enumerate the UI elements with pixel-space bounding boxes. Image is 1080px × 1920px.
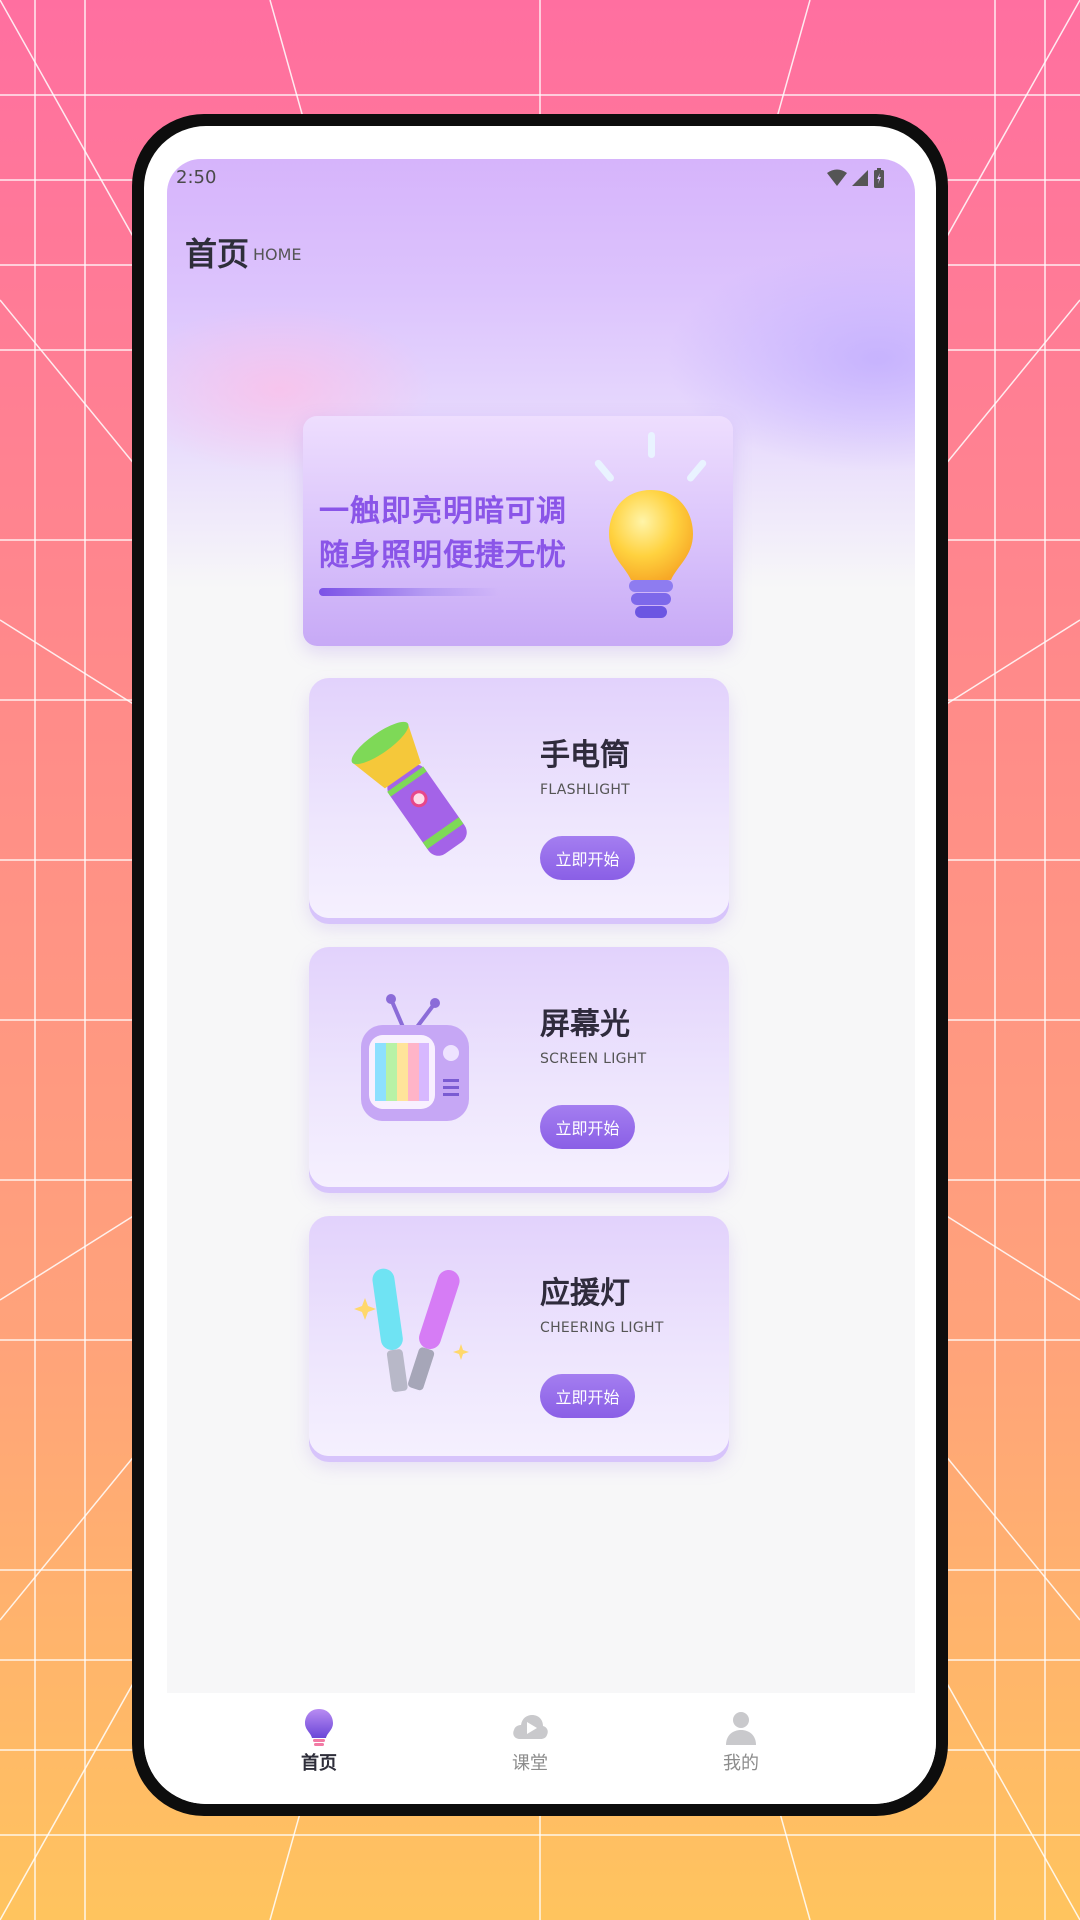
card-subtitle: FLASHLIGHT	[540, 782, 631, 798]
nav-label: 课堂	[512, 1753, 548, 1774]
app-screen: 2:50 首页 HOME 一触即亮明暗可调 随身照明便捷无忧 手电筒 FLASH…	[167, 159, 915, 1693]
nav-label: 首页	[301, 1753, 337, 1774]
banner-line-1: 一触即亮明暗可调	[319, 494, 567, 529]
banner-line-2: 随身照明便捷无忧	[319, 538, 567, 573]
tv-icon	[361, 994, 469, 1121]
nav-item-home[interactable]: 首页	[259, 1693, 379, 1793]
lightbulb-icon	[594, 432, 707, 618]
banner-decor-bar	[319, 588, 499, 596]
person-icon	[726, 1712, 756, 1745]
card-cheering-light[interactable]: 应援灯 CHEERING LIGHT 立即开始	[309, 1216, 729, 1456]
nav-label: 我的	[723, 1753, 759, 1774]
card-screen-light[interactable]: 屏幕光 SCREEN LIGHT 立即开始	[309, 947, 729, 1187]
card-subtitle: CHEERING LIGHT	[540, 1320, 664, 1336]
promo-banner[interactable]: 一触即亮明暗可调 随身照明便捷无忧	[303, 416, 733, 646]
nav-item-classroom[interactable]: 课堂	[470, 1693, 590, 1793]
cloud-play-icon	[513, 1715, 548, 1739]
card-subtitle: SCREEN LIGHT	[540, 1051, 647, 1067]
page-subtitle: HOME	[253, 245, 302, 264]
nav-item-profile[interactable]: 我的	[681, 1693, 801, 1793]
wifi-icon	[827, 169, 847, 186]
page-title: 首页	[185, 235, 250, 273]
card-title: 应援灯	[540, 1276, 630, 1311]
phone-frame: 2:50 首页 HOME 一触即亮明暗可调 随身照明便捷无忧 手电筒 FLASH…	[132, 114, 948, 1816]
battery-icon	[874, 168, 884, 188]
bottom-nav: 首页 课堂 我的	[144, 1693, 936, 1804]
flashlight-icon	[351, 721, 467, 856]
bulb-icon	[305, 1709, 333, 1746]
glowstick-icon	[354, 1268, 469, 1392]
signal-icon	[852, 170, 868, 186]
card-title: 手电筒	[540, 738, 630, 773]
status-time: 2:50	[176, 167, 217, 188]
start-button[interactable]: 立即开始	[540, 836, 635, 880]
start-button[interactable]: 立即开始	[540, 1105, 635, 1149]
phone-screen: 2:50 首页 HOME 一触即亮明暗可调 随身照明便捷无忧 手电筒 FLASH…	[144, 126, 936, 1804]
card-title: 屏幕光	[540, 1007, 630, 1042]
start-button[interactable]: 立即开始	[540, 1374, 635, 1418]
status-icons	[827, 167, 885, 189]
card-flashlight[interactable]: 手电筒 FLASHLIGHT 立即开始	[309, 678, 729, 918]
